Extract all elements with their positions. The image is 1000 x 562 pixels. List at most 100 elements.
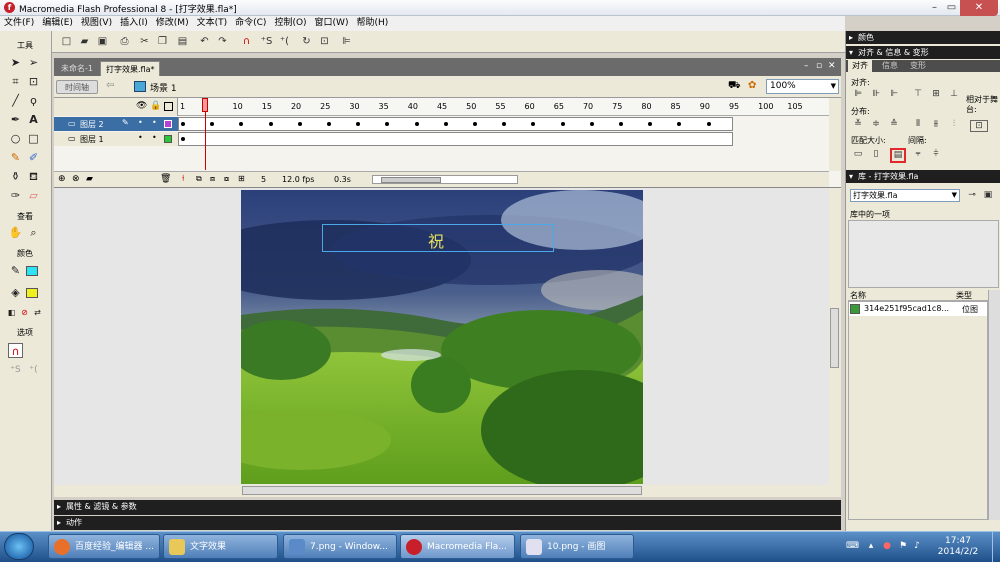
keyframe-dot[interactable] xyxy=(677,122,682,126)
text-box-selection[interactable]: 祝 xyxy=(322,224,554,252)
relative-to-stage-toggle[interactable]: ⊡ xyxy=(970,120,988,132)
keyframe-dot[interactable] xyxy=(619,122,623,126)
free-transform-icon[interactable]: ⌗ xyxy=(8,74,23,89)
layer-row-2[interactable]: ▭ 图层 2 ✎ • • xyxy=(54,117,178,131)
task-text-effect-folder[interactable]: 文字效果 xyxy=(163,534,278,559)
menu-control[interactable]: 控制(O) xyxy=(270,16,310,31)
space-horizontal-icon[interactable]: ⫩ xyxy=(930,149,942,160)
keyframe-dot[interactable] xyxy=(327,122,331,126)
distribute-right-icon[interactable]: ⫶ xyxy=(948,119,960,130)
scroll-thumb[interactable] xyxy=(242,486,642,495)
outline-icon[interactable] xyxy=(164,102,173,111)
stage-canvas[interactable]: 祝 xyxy=(241,190,643,484)
edit-multiple-icon[interactable]: ⧇ xyxy=(224,174,229,184)
trash-icon[interactable]: 🗑 xyxy=(160,174,171,184)
copy-icon[interactable]: ❐ xyxy=(156,35,169,48)
stroke-color-swatch[interactable] xyxy=(26,266,38,276)
ink-bottle-icon[interactable]: ⚱ xyxy=(8,169,23,184)
menu-commands[interactable]: 命令(C) xyxy=(231,16,270,31)
zoom-select[interactable]: 100% ▼ xyxy=(766,79,839,94)
distribute-hcenter-icon[interactable]: ⫵ xyxy=(930,119,942,130)
align-panel-header[interactable]: ▾ 对齐 & 信息 & 变形 xyxy=(846,46,1000,59)
save-icon[interactable]: ▣ xyxy=(96,35,109,48)
keyframe-dot[interactable] xyxy=(268,122,273,126)
fill-color-icon[interactable]: ◈ xyxy=(8,285,23,300)
tab-align[interactable]: 对齐 xyxy=(848,60,872,72)
align-top-icon[interactable]: ⊤ xyxy=(912,89,924,100)
keyframe-dot[interactable] xyxy=(560,122,565,126)
pen-tool-icon[interactable]: ✒ xyxy=(8,112,23,127)
stroke-color-icon[interactable]: ✎ xyxy=(8,263,23,278)
task-flash[interactable]: Macromedia Fla... xyxy=(400,534,515,559)
color-panel-header[interactable]: ▸ 颜色 xyxy=(846,31,1000,44)
timeline-vscroll[interactable] xyxy=(829,98,841,171)
tray-arrow-icon[interactable]: ▴ xyxy=(866,541,876,551)
ime-icon[interactable]: ● xyxy=(882,541,892,551)
paint-bucket-icon[interactable]: ⛾ xyxy=(26,169,41,184)
menu-help[interactable]: 帮助(H) xyxy=(352,16,392,31)
eraser-tool-icon[interactable]: ▱ xyxy=(26,188,41,203)
lock-icon[interactable]: 🔒 xyxy=(150,101,161,111)
keyboard-icon[interactable]: ⌨ xyxy=(846,541,859,551)
align-bottom-icon[interactable]: ⊥ xyxy=(948,89,960,100)
eye-icon[interactable]: 👁 xyxy=(136,101,147,111)
pin-library-icon[interactable]: ⊸ xyxy=(966,190,978,201)
system-clock[interactable]: 17:47 2014/2/2 xyxy=(928,536,988,558)
menu-text[interactable]: 文本(T) xyxy=(193,16,232,31)
stage-hscroll[interactable] xyxy=(54,485,841,497)
layer2-frames[interactable] xyxy=(178,117,733,131)
match-height-icon[interactable]: ▯ xyxy=(870,149,882,160)
scroll-thumb[interactable] xyxy=(830,308,839,368)
keyframe-dot[interactable] xyxy=(706,122,711,126)
print-icon[interactable]: ⎙ xyxy=(118,35,131,48)
keyframe-dot[interactable] xyxy=(648,122,653,126)
paste-icon[interactable]: ▤ xyxy=(176,35,189,48)
visible-dot-icon[interactable]: • xyxy=(138,133,143,142)
scale-icon[interactable]: ⊡ xyxy=(318,35,331,48)
align-vcenter-icon[interactable]: ⊞ xyxy=(930,89,942,100)
outline-color-swatch[interactable] xyxy=(164,135,172,143)
rotate-icon[interactable]: ↻ xyxy=(300,35,313,48)
distribute-top-icon[interactable]: ≚ xyxy=(852,119,864,130)
pencil-tool-icon[interactable]: ✎ xyxy=(8,150,23,165)
space-vertical-icon[interactable]: ⫧ xyxy=(912,149,924,160)
onion-outline-icon[interactable]: ⧈ xyxy=(210,174,215,184)
keyframe-dot[interactable] xyxy=(531,122,536,126)
tab-transform[interactable]: 变形 xyxy=(910,60,926,72)
keyframe-dot[interactable] xyxy=(356,122,361,126)
keyframe-dot[interactable] xyxy=(181,137,185,141)
volume-icon[interactable]: ♪ xyxy=(912,541,922,551)
center-frame-icon[interactable]: ⍿ xyxy=(182,174,184,184)
properties-panel-header[interactable]: ▸ 属性 & 滤镜 & 参数 xyxy=(54,500,841,515)
menu-insert[interactable]: 插入(I) xyxy=(116,16,152,31)
open-folder-icon[interactable]: ▰ xyxy=(78,35,91,48)
new-file-icon[interactable]: □ xyxy=(60,35,73,48)
lasso-tool-icon[interactable]: ϙ xyxy=(26,93,41,108)
tab-untitled-1[interactable]: 未命名-1 xyxy=(56,61,98,76)
smooth-option-icon[interactable]: ⁺S xyxy=(8,363,23,378)
minimize-icon[interactable]: – xyxy=(926,0,943,16)
task-photo-viewer[interactable]: 7.png - Window... xyxy=(283,534,397,559)
library-panel-header[interactable]: ▾ 库 - 打字效果.fla xyxy=(846,170,1000,183)
fill-transform-icon[interactable]: ⊡ xyxy=(26,74,41,89)
oval-tool-icon[interactable]: ○ xyxy=(8,131,23,146)
keyframe-dot[interactable] xyxy=(210,122,215,126)
tab-typing-effect[interactable]: 打字效果.fla* xyxy=(100,61,161,76)
start-orb-icon[interactable] xyxy=(4,533,34,560)
back-arrow-icon[interactable]: ⇦ xyxy=(106,80,114,91)
rectangle-tool-icon[interactable]: □ xyxy=(26,131,41,146)
distribute-vcenter-icon[interactable]: ≑ xyxy=(870,119,882,130)
frames-grid[interactable] xyxy=(178,117,829,147)
arrow-tool-icon[interactable]: ➤ xyxy=(8,55,23,70)
action-center-icon[interactable]: ⚑ xyxy=(898,541,908,551)
tab-info[interactable]: 信息 xyxy=(882,60,898,72)
task-paint[interactable]: 10.png - 画图 xyxy=(520,534,634,559)
keyframe-dot[interactable] xyxy=(181,122,185,126)
keyframe-dot[interactable] xyxy=(385,122,390,126)
layer1-frames[interactable] xyxy=(178,132,733,146)
col-name[interactable]: 名称 xyxy=(850,290,866,301)
align-left-icon[interactable]: ⊫ xyxy=(852,89,864,100)
fill-color-swatch[interactable] xyxy=(26,288,38,298)
straighten-option-icon[interactable]: ⁺( xyxy=(26,363,41,378)
distribute-left-icon[interactable]: ⫴ xyxy=(912,119,924,130)
